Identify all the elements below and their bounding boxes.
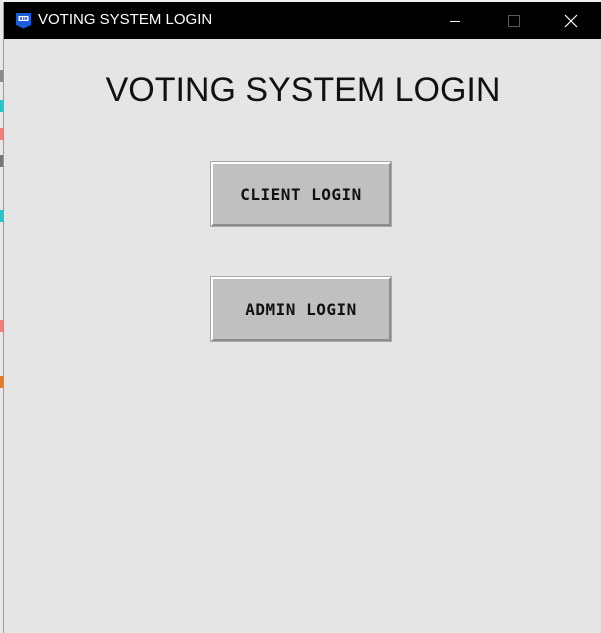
minimize-icon: [450, 20, 460, 22]
minimize-button[interactable]: [432, 2, 478, 39]
app-window: VOTING SYSTEM LOGIN VOTING SYSTEM LOGIN …: [3, 2, 601, 633]
title-bar[interactable]: VOTING SYSTEM LOGIN: [4, 2, 601, 39]
window-title: VOTING SYSTEM LOGIN: [38, 11, 213, 28]
admin-login-button[interactable]: ADMIN LOGIN: [210, 276, 392, 342]
page-title: VOTING SYSTEM LOGIN: [105, 71, 501, 109]
close-icon: [564, 14, 578, 27]
maximize-button[interactable]: [491, 2, 537, 39]
vote-app-icon: [15, 12, 32, 29]
close-button[interactable]: [548, 2, 594, 39]
client-login-button[interactable]: CLIENT LOGIN: [210, 161, 392, 227]
maximize-icon: [508, 14, 520, 27]
